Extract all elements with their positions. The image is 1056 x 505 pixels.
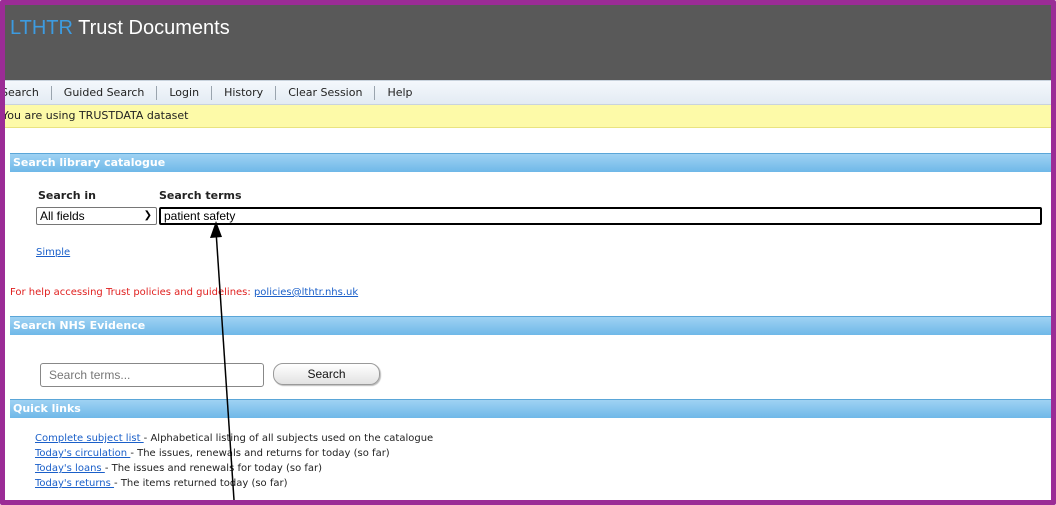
page-frame: LTHTR Trust Documents Search Guided Sear… [0, 0, 1056, 505]
annotation-arrow-icon [210, 221, 235, 500]
